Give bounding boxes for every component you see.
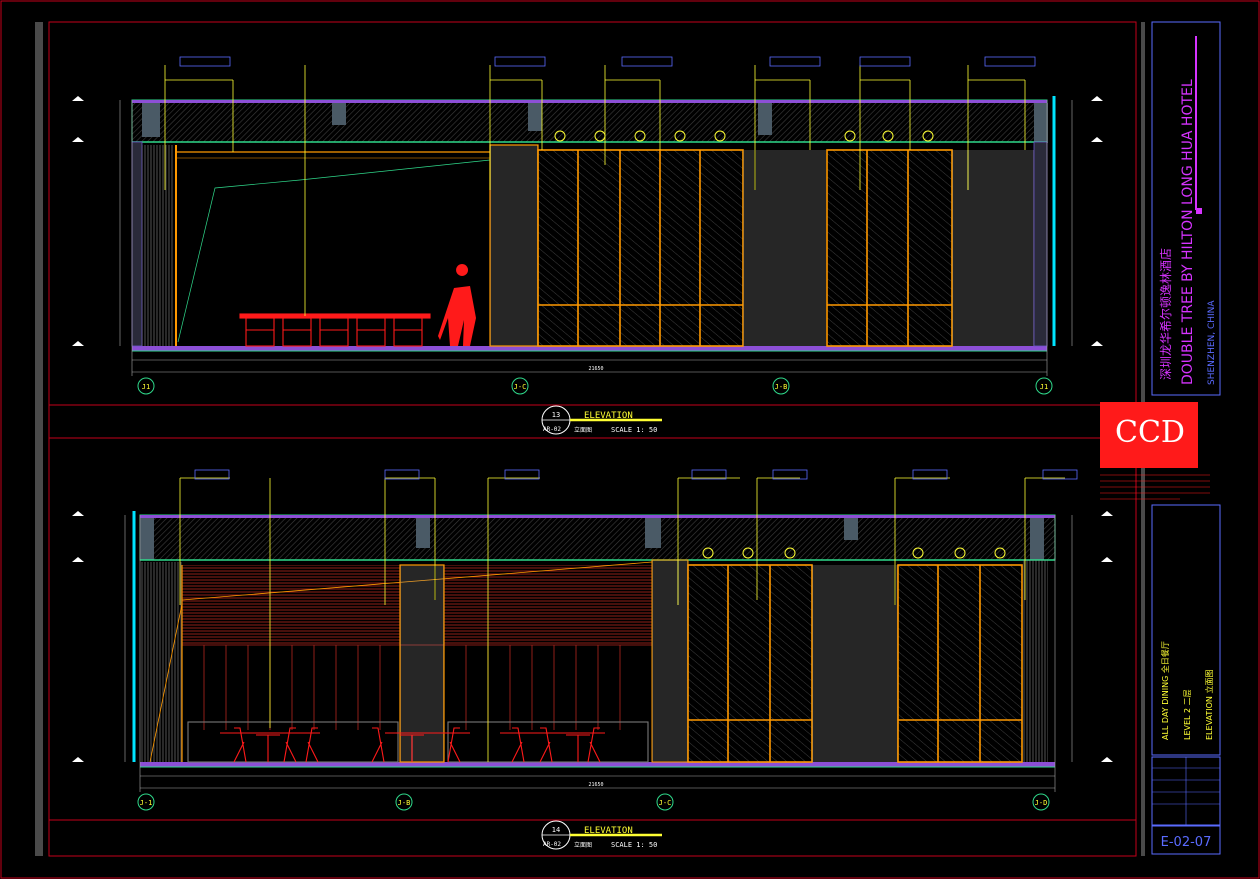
caption-number: 14 bbox=[552, 826, 560, 834]
project-city: SHENZHEN, CHINA bbox=[1207, 300, 1217, 385]
caption-sheet: AR-02 bbox=[543, 426, 561, 433]
left-margin-bar bbox=[35, 22, 43, 856]
firm-logo: CCD bbox=[1115, 415, 1185, 450]
caption-scale: SCALE 1: 50 bbox=[611, 426, 657, 434]
caption-scale: SCALE 1: 50 bbox=[611, 841, 657, 849]
cad-drawing-sheet: J1 J-C J-B J1 21650 13 AR-02 ELEVATION 立… bbox=[0, 0, 1260, 879]
caption-title: ELEVATION bbox=[584, 411, 633, 421]
total-dimension: 21650 bbox=[588, 782, 603, 788]
caption-sub: 立面图 bbox=[574, 841, 592, 849]
grid-tag: J-1 bbox=[140, 799, 153, 807]
caption-title: ELEVATION bbox=[584, 826, 633, 836]
total-dimension: 21650 bbox=[588, 366, 603, 372]
grid-tag: J-D bbox=[1035, 799, 1048, 807]
grid-tag: J-B bbox=[775, 383, 788, 391]
caption-number: 13 bbox=[552, 411, 560, 419]
project-name-en: DOUBLE TREE BY HILTON LONG HUA HOTEL bbox=[1180, 79, 1196, 385]
upper-chairs bbox=[239, 313, 431, 347]
grid-tag: J-C bbox=[659, 799, 672, 807]
caption-sheet: AR-02 bbox=[543, 841, 561, 848]
drawing-title-1: ALL DAY DINING 全日餐厅 bbox=[1160, 641, 1170, 740]
title-block: 深圳龙华希尔顿逸林酒店 DOUBLE TREE BY HILTON LONG H… bbox=[1100, 21, 1221, 855]
grid-tag: J-B bbox=[398, 799, 411, 807]
upper-elevation: J1 J-C J-B J1 21650 13 AR-02 ELEVATION 立… bbox=[72, 56, 1103, 435]
drawing-title-3: ELEVATION 立面图 bbox=[1204, 670, 1214, 740]
grid-tag: J1 bbox=[1040, 383, 1048, 391]
drawing-title-2: LEVEL 2 二层 bbox=[1183, 689, 1192, 740]
ceiling-band bbox=[139, 514, 1056, 561]
lower-elevation: J-1 J-B J-C J-D 21650 14 AR-02 ELEVATION… bbox=[72, 469, 1113, 850]
caption-sub: 立面图 bbox=[574, 426, 592, 434]
human-figure bbox=[438, 264, 476, 346]
upper-column bbox=[489, 144, 539, 347]
sheet-number: E-02-07 bbox=[1161, 835, 1212, 850]
grid-tag: J1 bbox=[142, 383, 150, 391]
grid-tag: J-C bbox=[514, 383, 527, 391]
project-name-cn: 深圳龙华希尔顿逸林酒店 bbox=[1158, 248, 1173, 380]
